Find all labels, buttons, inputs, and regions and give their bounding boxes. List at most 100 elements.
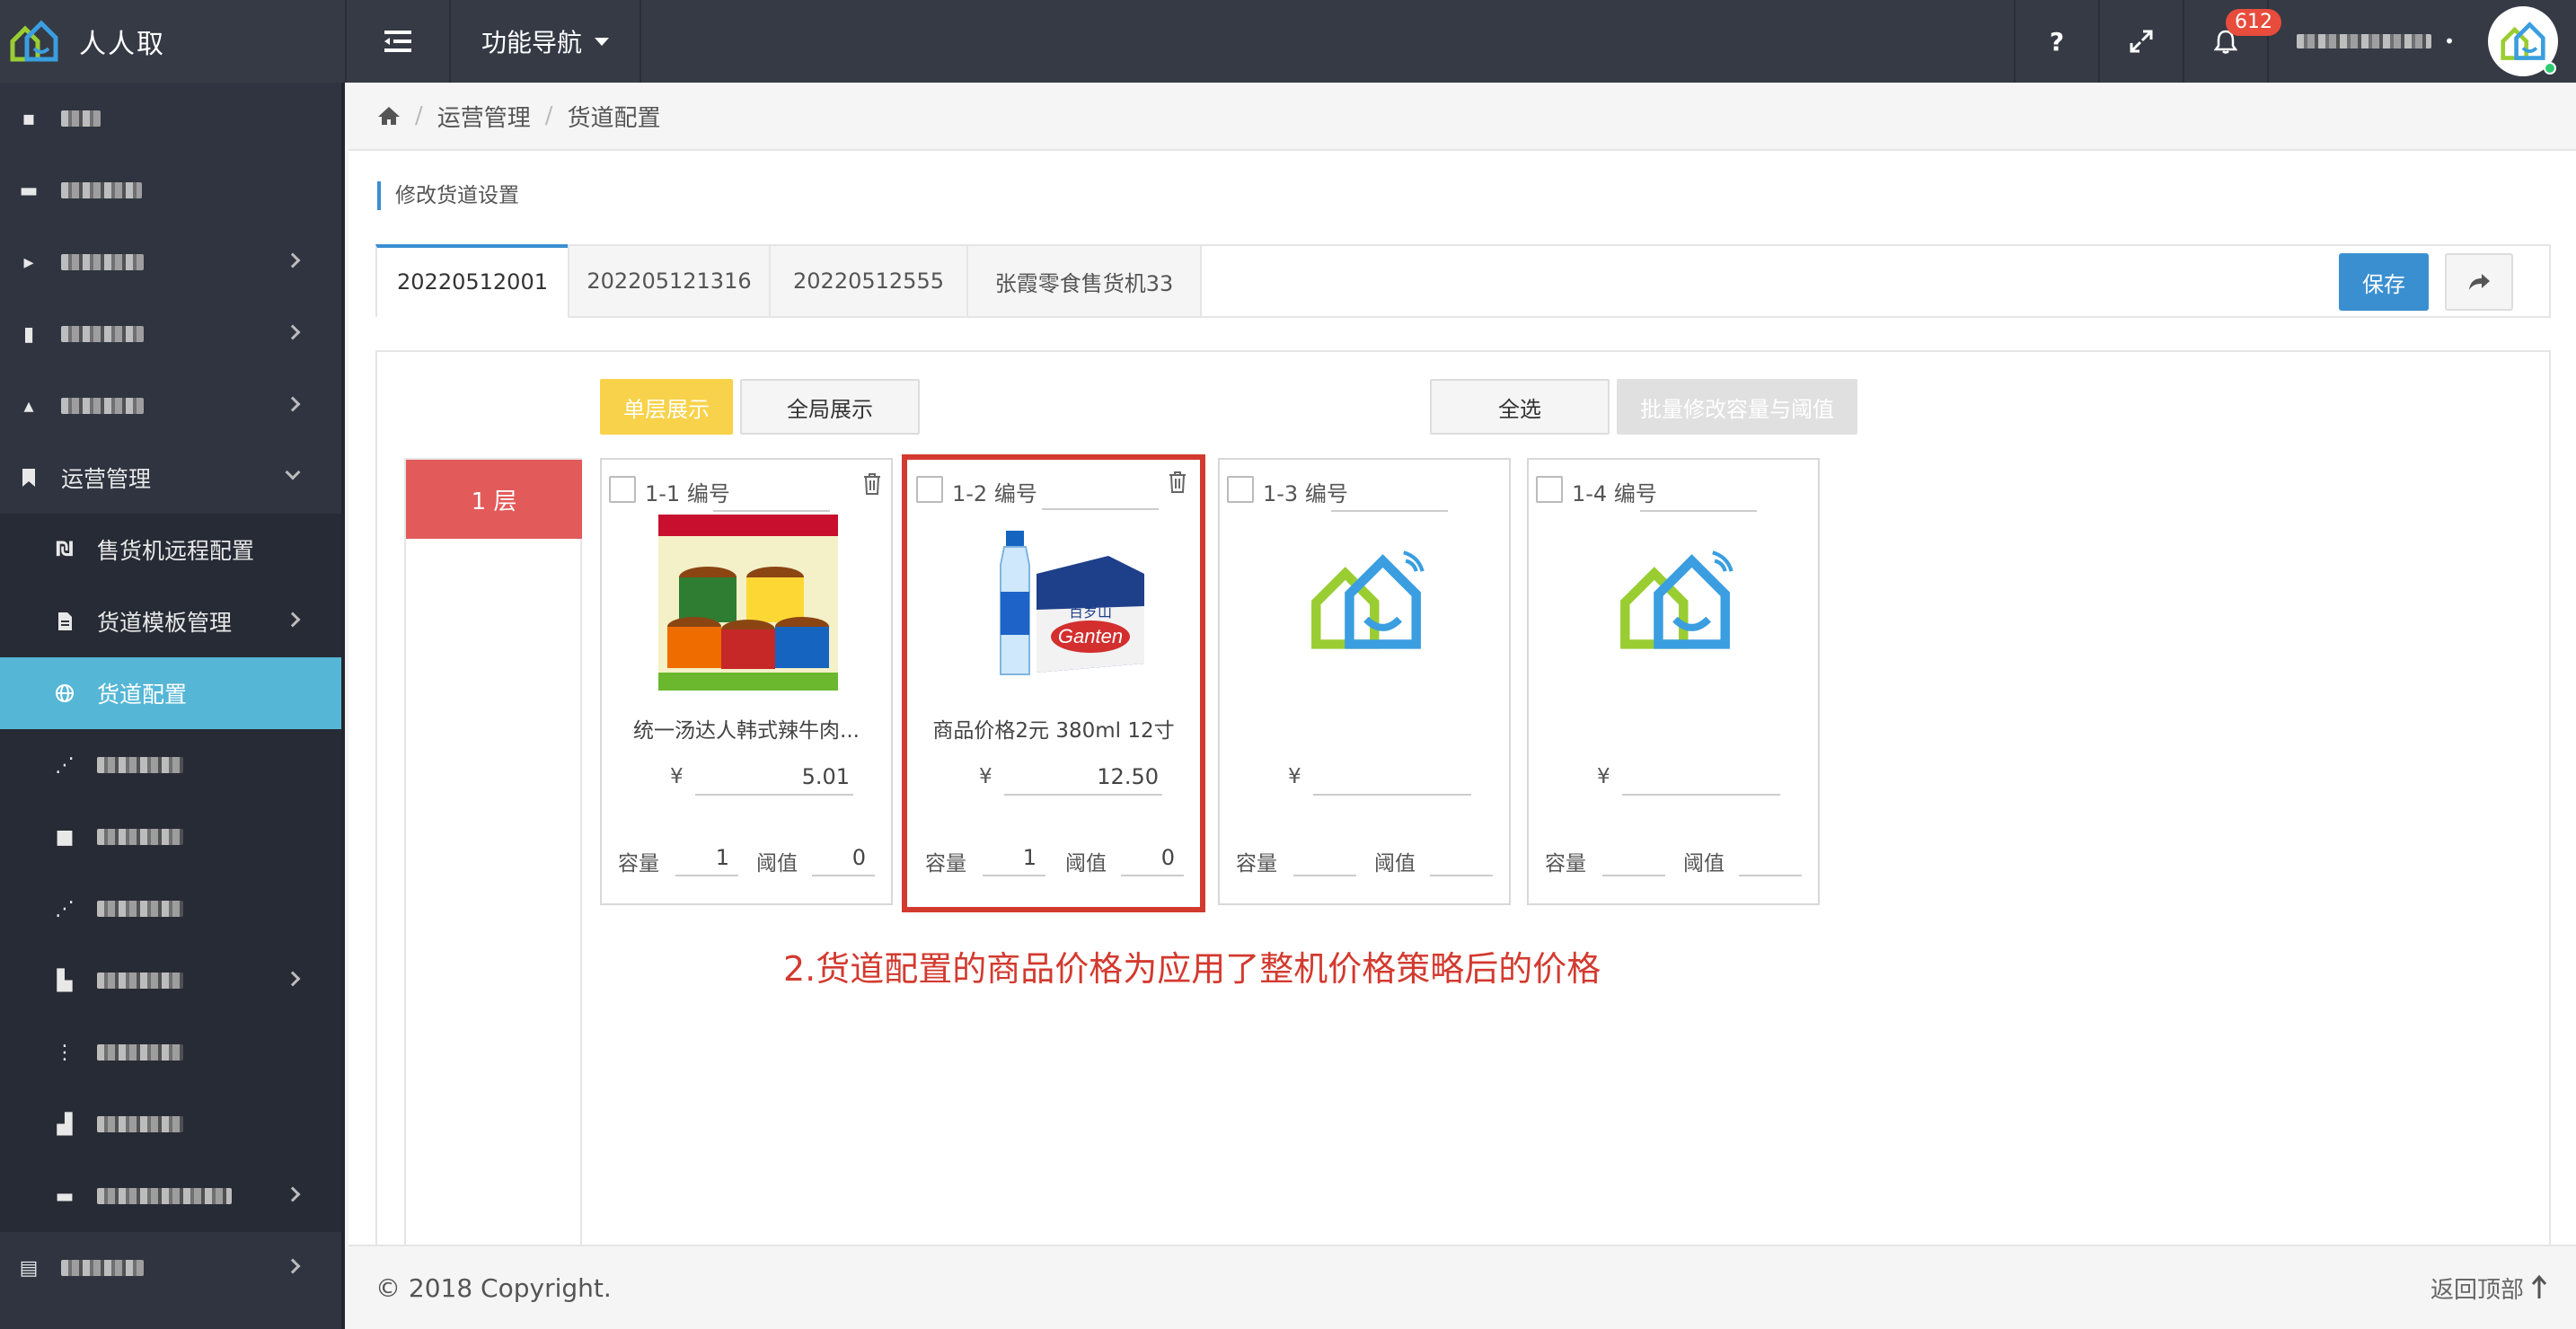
layer-tab-1[interactable]: 1 层 bbox=[406, 460, 582, 539]
user-dot: • bbox=[2444, 31, 2455, 52]
single-layer-button[interactable]: 单层展示 bbox=[600, 379, 733, 435]
price-input[interactable]: 5.01 bbox=[695, 760, 853, 796]
chevron-right-icon bbox=[285, 1258, 301, 1274]
product-name: 商品价格2元 380ml 12寸 bbox=[932, 719, 1175, 743]
global-view-button[interactable]: 全局展示 bbox=[740, 379, 920, 435]
sidebar-item-blurred-13[interactable]: ▤ bbox=[0, 1232, 341, 1304]
batch-edit-button[interactable]: 批量修改容量与阈值 bbox=[1617, 379, 1857, 435]
threshold-input[interactable] bbox=[1739, 841, 1802, 876]
breadcrumb-operations[interactable]: 运营管理 bbox=[437, 100, 531, 133]
notifications-button[interactable]: 612 bbox=[2183, 0, 2281, 83]
sidebar-item-blurred-1[interactable]: ▪ bbox=[0, 83, 341, 154]
price-input[interactable] bbox=[1313, 760, 1471, 796]
capacity-input[interactable] bbox=[1293, 841, 1356, 876]
capacity-input[interactable]: 1 bbox=[983, 841, 1045, 876]
sidebar-item-label: 运营管理 bbox=[61, 466, 152, 492]
sidebar-item-vending-remote-config[interactable]: ₪ 售货机远程配置 bbox=[0, 514, 341, 585]
capacity-input[interactable]: 1 bbox=[675, 841, 738, 876]
function-nav-dropdown[interactable]: 功能导航 bbox=[451, 0, 640, 83]
slot-code-input[interactable] bbox=[1042, 508, 1159, 510]
sidebar-item-blurred-8[interactable]: ⋰ bbox=[0, 873, 341, 945]
copyright-text: © 2018 Copyright. bbox=[375, 1272, 612, 1303]
slot-code-input[interactable] bbox=[1331, 510, 1448, 512]
sidebar-item-blurred-4[interactable]: ▮ bbox=[0, 298, 341, 370]
slot-code-input[interactable] bbox=[713, 510, 830, 512]
sidebar-item-label: 货道配置 bbox=[97, 682, 188, 708]
placeholder-logo-icon bbox=[1311, 550, 1425, 649]
fullscreen-button[interactable] bbox=[2098, 0, 2183, 83]
sidebar-item-blurred-5[interactable]: ▴ bbox=[0, 370, 341, 442]
currency-symbol: ¥ bbox=[1288, 765, 1301, 788]
threshold-input[interactable] bbox=[1430, 841, 1493, 876]
menu-icon: ⋰ bbox=[55, 897, 75, 920]
share-button[interactable] bbox=[2445, 253, 2513, 311]
slot-checkbox[interactable] bbox=[1227, 476, 1254, 503]
capacity-label: 容量 bbox=[618, 852, 659, 876]
product-image-placeholder bbox=[1263, 517, 1469, 688]
logo-area[interactable]: 人人取 bbox=[0, 0, 345, 83]
user-menu[interactable]: • bbox=[2267, 0, 2483, 83]
tab-machine-2[interactable]: 202205121316 bbox=[568, 244, 771, 318]
product-image-noodles bbox=[645, 515, 851, 691]
slot-code-input[interactable] bbox=[1640, 510, 1757, 512]
threshold-label: 阈值 bbox=[1683, 852, 1725, 876]
slot-card: 1-4 编号 ¥ 容量 阈值 bbox=[1527, 458, 1820, 905]
save-button[interactable]: 保存 bbox=[2339, 253, 2429, 311]
expand-icon bbox=[2130, 30, 2153, 53]
help-button[interactable]: ? bbox=[2014, 0, 2098, 83]
currency-symbol: ¥ bbox=[979, 765, 992, 788]
breadcrumb: / 运营管理 / 货道配置 bbox=[348, 83, 2576, 151]
tab-machine-4[interactable]: 张霞零食售货机33 bbox=[966, 244, 1202, 318]
capacity-input[interactable] bbox=[1602, 841, 1665, 876]
sidebar-item-blurred-9[interactable]: ▙ bbox=[0, 945, 341, 1017]
blurred-label bbox=[97, 1044, 183, 1061]
back-to-top-label: 返回顶部 bbox=[2430, 1276, 2524, 1304]
price-input[interactable]: 12.50 bbox=[1004, 760, 1162, 796]
slot-card-highlighted: 1-2 编号 Ganten 百岁山 商品价格2元 380ml 12寸 ¥ 12.… bbox=[902, 454, 1205, 912]
menu-icon: ⋰ bbox=[55, 753, 75, 777]
sidebar-item-blurred-3[interactable]: ▸ bbox=[0, 226, 341, 298]
slot-checkbox[interactable] bbox=[916, 476, 943, 503]
sidebar-item-slot-template[interactable]: 货道模板管理 bbox=[0, 585, 341, 657]
price-input[interactable] bbox=[1622, 760, 1780, 796]
blurred-label bbox=[97, 1188, 232, 1204]
breadcrumb-separator: / bbox=[544, 102, 553, 129]
capacity-label: 容量 bbox=[925, 852, 966, 876]
product-image-placeholder bbox=[1572, 517, 1778, 688]
tab-machine-1[interactable]: 20220512001 bbox=[375, 244, 569, 318]
sidebar-item-blurred-2[interactable]: ▬ bbox=[0, 154, 341, 226]
sidebar-item-blurred-11[interactable]: ▟ bbox=[0, 1088, 341, 1160]
sidebar-item-blurred-12[interactable]: ▬ bbox=[0, 1160, 341, 1232]
trash-icon[interactable] bbox=[1168, 471, 1187, 494]
slot-checkbox[interactable] bbox=[1536, 476, 1563, 503]
blurred-label bbox=[61, 254, 144, 270]
blurred-label bbox=[61, 398, 144, 414]
sidebar-item-blurred-7[interactable]: ■ bbox=[0, 801, 341, 873]
help-icon: ? bbox=[2049, 26, 2065, 57]
menu-icon: ▬ bbox=[19, 179, 39, 202]
threshold-input[interactable]: 0 bbox=[1121, 841, 1184, 876]
blurred-label bbox=[97, 1116, 183, 1132]
menu-icon: ▴ bbox=[23, 394, 34, 418]
svg-text:百岁山: 百岁山 bbox=[1069, 603, 1112, 620]
app-name: 人人取 bbox=[79, 29, 165, 60]
home-icon[interactable] bbox=[377, 105, 401, 127]
chevron-right-icon bbox=[285, 971, 301, 987]
menu-icon: ⋮ bbox=[55, 1041, 75, 1064]
menu-icon: ▪ bbox=[22, 107, 36, 130]
sidebar-item-slot-config[interactable]: 货道配置 bbox=[0, 657, 341, 729]
machine-tabs: 20220512001 202205121316 20220512555 张霞零… bbox=[375, 244, 2551, 318]
sidebar-item-label: 货道模板管理 bbox=[97, 610, 233, 636]
threshold-input[interactable]: 0 bbox=[812, 841, 875, 876]
slot-checkbox[interactable] bbox=[609, 476, 636, 503]
select-all-button[interactable]: 全选 bbox=[1430, 379, 1610, 435]
slot-code-label: 1-1 编号 bbox=[645, 481, 730, 506]
menu-toggle-button[interactable] bbox=[347, 0, 449, 83]
trash-icon[interactable] bbox=[862, 472, 882, 496]
avatar[interactable] bbox=[2488, 6, 2558, 76]
back-to-top-link[interactable]: 返回顶部 bbox=[2430, 1272, 2547, 1305]
tab-machine-3[interactable]: 20220512555 bbox=[769, 244, 968, 318]
sidebar-item-operations[interactable]: 运营管理 bbox=[0, 442, 341, 514]
sidebar-item-blurred-10[interactable]: ⋮ bbox=[0, 1017, 341, 1088]
sidebar-item-blurred-6[interactable]: ⋰ bbox=[0, 729, 341, 801]
